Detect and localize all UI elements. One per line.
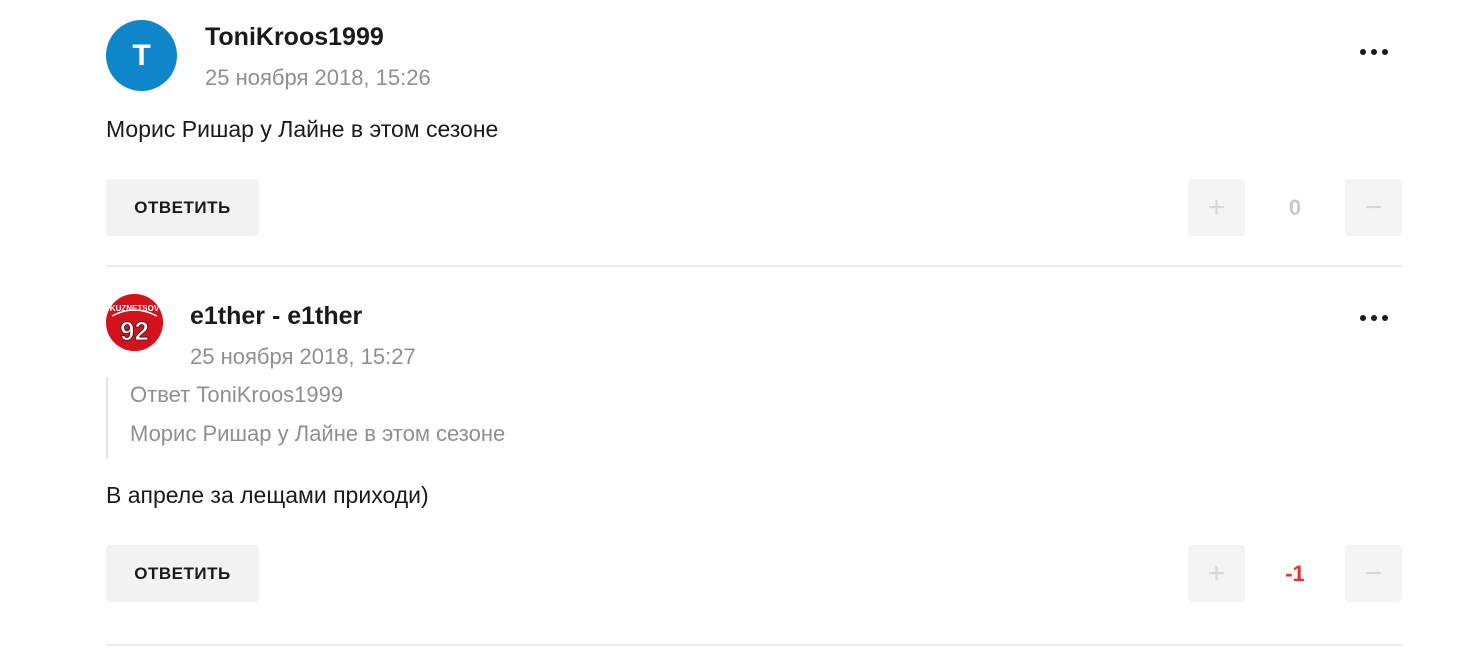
comment-date: 25 ноября 2018, 15:27 — [190, 344, 416, 369]
quote-text: Морис Ришар у Лайне в этом сезоне — [130, 421, 506, 446]
vote-score: -1 — [1285, 560, 1305, 586]
more-options-button[interactable] — [1352, 37, 1396, 67]
vote-controls: + -1 − — [1188, 545, 1402, 602]
more-dots-icon — [1360, 315, 1366, 321]
avatar[interactable]: KUZNETSOV 92 — [106, 294, 163, 351]
downvote-button[interactable]: − — [1345, 545, 1402, 602]
more-dots-icon — [1360, 49, 1366, 55]
reply-button[interactable]: ОТВЕТИТЬ — [106, 545, 259, 602]
comment-text: В апреле за лещами приходи) — [106, 482, 429, 508]
upvote-button[interactable]: + — [1188, 179, 1245, 236]
comment: T ToniKroos1999 25 ноября 2018, 15:26 Мо… — [106, 0, 1402, 267]
hockey-logo-icon: KUZNETSOV 92 — [106, 294, 163, 351]
comment-date: 25 ноября 2018, 15:26 — [205, 65, 431, 90]
comment-author[interactable]: e1ther - e1ther — [190, 302, 362, 331]
vote-score: 0 — [1288, 194, 1302, 220]
avatar[interactable]: T — [106, 20, 177, 91]
reply-button[interactable]: ОТВЕТИТЬ — [106, 179, 259, 236]
avatar-logo-text: KUZNETSOV — [110, 304, 160, 313]
avatar-letter: T — [132, 38, 151, 72]
quote-author: ToniKroos1999 — [196, 382, 344, 407]
comment-author[interactable]: ToniKroos1999 — [205, 23, 384, 52]
quote-header: Ответ ToniKroos1999 — [130, 384, 505, 406]
comment: KUZNETSOV 92 e1ther - e1ther 25 ноября 2… — [106, 267, 1402, 646]
comments-list: T ToniKroos1999 25 ноября 2018, 15:26 Мо… — [106, 0, 1402, 646]
avatar-logo-number: 92 — [120, 316, 149, 346]
downvote-button[interactable]: − — [1345, 179, 1402, 236]
more-options-button[interactable] — [1352, 303, 1396, 333]
vote-controls: + 0 − — [1188, 179, 1402, 236]
reply-quote[interactable]: Ответ ToniKroos1999 Морис Ришар у Лайне … — [106, 377, 505, 459]
quote-prefix: Ответ — [130, 382, 191, 407]
comment-text: Морис Ришар у Лайне в этом сезоне — [106, 116, 499, 142]
upvote-button[interactable]: + — [1188, 545, 1245, 602]
